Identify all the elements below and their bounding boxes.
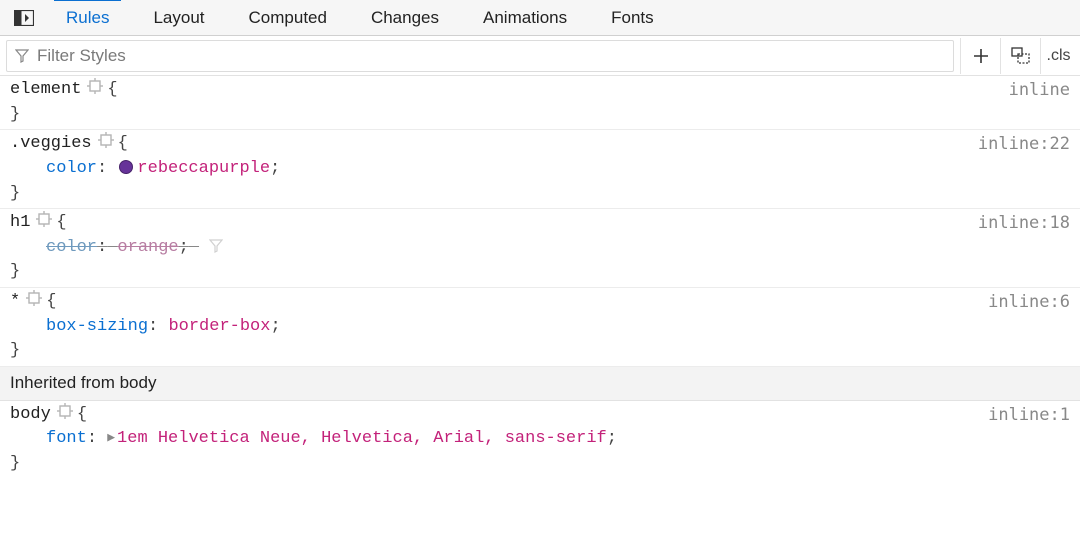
selector[interactable]: .veggies bbox=[10, 132, 92, 157]
filter-wrap bbox=[6, 40, 954, 72]
tab-label: Changes bbox=[371, 8, 439, 28]
declaration[interactable]: color: rebeccapurple; bbox=[10, 157, 1070, 182]
filter-bar: .cls bbox=[0, 36, 1080, 76]
property-name[interactable]: color bbox=[46, 238, 97, 257]
rule-source-link[interactable]: inline:1 bbox=[988, 403, 1070, 428]
open-brace: { bbox=[77, 403, 87, 428]
rule-block[interactable]: inline:18 h1 { color: orange; } bbox=[0, 209, 1080, 288]
selector[interactable]: element bbox=[10, 78, 81, 103]
declaration[interactable]: color: orange; bbox=[10, 236, 1070, 261]
rule-source-link[interactable]: inline:18 bbox=[978, 211, 1070, 236]
selector[interactable]: body bbox=[10, 403, 51, 428]
tab-fonts[interactable]: Fonts bbox=[589, 0, 676, 35]
expand-shorthand-icon[interactable]: ▶ bbox=[107, 429, 115, 448]
open-brace: { bbox=[118, 132, 128, 157]
pane-toggle-button[interactable] bbox=[10, 4, 38, 32]
inherited-from-header: Inherited from body bbox=[0, 367, 1080, 401]
close-brace: } bbox=[10, 103, 1070, 128]
add-rule-button[interactable] bbox=[960, 38, 1000, 74]
rule-block[interactable]: inline:1 body { font: ▶1em Helvetica Neu… bbox=[0, 401, 1080, 479]
highlight-element-icon[interactable] bbox=[57, 403, 73, 428]
tab-label: Fonts bbox=[611, 8, 654, 28]
selector[interactable]: h1 bbox=[10, 211, 30, 236]
highlight-element-icon[interactable] bbox=[26, 290, 42, 315]
tab-label: Rules bbox=[66, 8, 109, 28]
tabs: Rules Layout Computed Changes Animations… bbox=[0, 0, 1080, 36]
open-brace: { bbox=[46, 290, 56, 315]
open-brace: { bbox=[56, 211, 66, 236]
property-value[interactable]: orange bbox=[117, 238, 178, 257]
close-brace: } bbox=[10, 182, 1070, 207]
tab-label: Computed bbox=[249, 8, 327, 28]
plus-icon bbox=[972, 47, 990, 65]
color-swatch[interactable] bbox=[119, 160, 133, 174]
property-name[interactable]: font bbox=[46, 429, 87, 448]
hover-icon bbox=[1011, 47, 1031, 65]
tab-layout[interactable]: Layout bbox=[131, 0, 226, 35]
property-value[interactable]: border-box bbox=[168, 317, 270, 336]
tab-computed[interactable]: Computed bbox=[227, 0, 349, 35]
declaration[interactable]: box-sizing: border-box; bbox=[10, 315, 1070, 340]
selector[interactable]: * bbox=[10, 290, 20, 315]
rule-source-link[interactable]: inline:22 bbox=[978, 132, 1070, 157]
tab-animations[interactable]: Animations bbox=[461, 0, 589, 35]
rule-block[interactable]: inline element { } bbox=[0, 76, 1080, 130]
open-brace: { bbox=[107, 78, 117, 103]
property-name[interactable]: color bbox=[46, 159, 97, 178]
declaration[interactable]: font: ▶1em Helvetica Neue, Helvetica, Ar… bbox=[10, 427, 1070, 452]
property-value[interactable]: 1em Helvetica Neue, Helvetica, Arial, sa… bbox=[117, 429, 607, 448]
rule-source-link[interactable]: inline bbox=[1009, 78, 1070, 103]
tab-changes[interactable]: Changes bbox=[349, 0, 461, 35]
filter-styles-input[interactable] bbox=[35, 41, 953, 71]
close-brace: } bbox=[10, 260, 1070, 285]
rule-source-link[interactable]: inline:6 bbox=[988, 290, 1070, 315]
funnel-icon bbox=[15, 49, 29, 63]
close-brace: } bbox=[10, 452, 1070, 477]
tab-label: Layout bbox=[153, 8, 204, 28]
property-name[interactable]: box-sizing bbox=[46, 317, 148, 336]
rule-block[interactable]: inline:22 .veggies { color: rebeccapurpl… bbox=[0, 130, 1080, 209]
pseudo-class-button[interactable] bbox=[1000, 38, 1040, 74]
close-brace: } bbox=[10, 339, 1070, 364]
filter-overridden-icon[interactable] bbox=[209, 239, 223, 253]
highlight-element-icon[interactable] bbox=[36, 211, 52, 236]
rule-block[interactable]: inline:6 * { box-sizing: border-box; } bbox=[0, 288, 1080, 367]
tab-rules[interactable]: Rules bbox=[44, 0, 131, 35]
property-value[interactable]: rebeccapurple bbox=[137, 159, 270, 178]
class-toggle-button[interactable]: .cls bbox=[1040, 38, 1080, 74]
cls-label: .cls bbox=[1047, 47, 1071, 65]
highlight-element-icon[interactable] bbox=[98, 132, 114, 157]
tab-label: Animations bbox=[483, 8, 567, 28]
highlight-element-icon[interactable] bbox=[87, 78, 103, 103]
pane-toggle-icon bbox=[14, 10, 34, 26]
rules-pane: inline element { } inline:22 .veggies { … bbox=[0, 76, 1080, 479]
